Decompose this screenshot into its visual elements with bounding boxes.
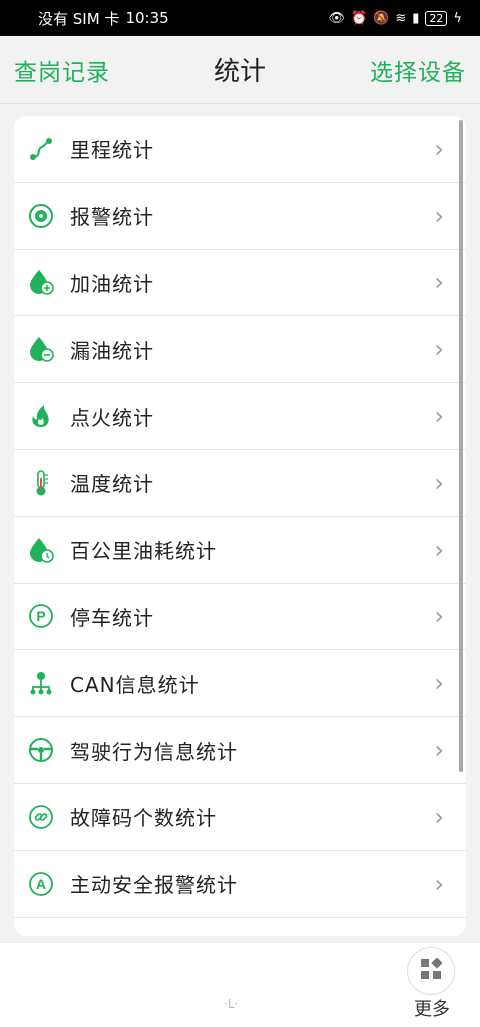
chevron-right-icon: ›: [434, 736, 444, 765]
notification-icon: ▮: [412, 10, 420, 26]
fire-icon: [26, 401, 56, 431]
charging-icon: ϟ: [453, 10, 462, 26]
chevron-right-icon: ›: [434, 134, 444, 163]
select-device-link[interactable]: 选择设备: [370, 53, 466, 87]
chevron-right-icon: ›: [434, 602, 444, 631]
list-item-label: 漏油统计: [70, 338, 154, 363]
route-icon: [26, 134, 56, 164]
more-label[interactable]: 更多: [406, 995, 458, 1021]
list-item-label: 百公里油耗统计: [70, 539, 217, 564]
list-item-label: 报警统计: [70, 205, 154, 230]
chevron-right-icon: ›: [434, 802, 444, 831]
mute-icon: 🔕: [373, 10, 390, 26]
chevron-right-icon: ›: [434, 535, 444, 564]
inspection-records-link[interactable]: 查岗记录: [14, 53, 110, 87]
chevron-right-icon: ›: [434, 669, 444, 698]
active-safety-icon: A: [26, 869, 56, 899]
chevron-right-icon: ›: [434, 402, 444, 431]
list-item-alarm[interactable]: 报警统计 ›: [14, 183, 466, 250]
carrier-text: 没有 SIM 卡: [38, 9, 120, 28]
status-bar: 没有 SIM 卡 10:35 👁 ⏰ 🔕 ≋ ▮ 22 ϟ: [0, 0, 480, 36]
list-item-label: 点火统计: [70, 405, 154, 430]
list-item-label: CAN信息统计: [70, 672, 200, 697]
chevron-right-icon: ›: [434, 468, 444, 497]
list-item-label: 里程统计: [70, 138, 154, 163]
list-item-ignition[interactable]: 点火统计 ›: [14, 383, 466, 450]
fuel-consumption-icon: [26, 535, 56, 565]
list-item-label: 驾驶行为信息统计: [70, 739, 238, 764]
statistics-list: 里程统计 › 报警统计 › 加油统计 › 漏油统计 › 点火统计 › 温度统计: [14, 116, 466, 936]
list-item-fuel-per-100km[interactable]: 百公里油耗统计 ›: [14, 517, 466, 584]
list-item-can[interactable]: CAN信息统计 ›: [14, 650, 466, 718]
list-item-label: 温度统计: [70, 472, 154, 497]
wifi-icon: ≋: [395, 10, 407, 26]
battery-icon: 22: [425, 10, 448, 26]
chevron-right-icon: ›: [434, 335, 444, 364]
app-header: 查岗记录 统计 选择设备: [0, 36, 480, 104]
grid-icon: [420, 957, 443, 984]
list-item-temperature[interactable]: 温度统计 ›: [14, 450, 466, 517]
alarm-icon: [26, 201, 56, 231]
eye-icon: 👁: [328, 10, 345, 26]
alarm-clock-icon: ⏰: [350, 10, 368, 26]
fuel-add-icon: [26, 267, 56, 297]
chevron-right-icon: ›: [434, 869, 444, 898]
list-item-label: 主动安全报警统计: [70, 873, 238, 898]
network-icon: [26, 668, 56, 698]
list-item-fuel-leak[interactable]: 漏油统计 ›: [14, 316, 466, 384]
scrollbar[interactable]: [459, 120, 463, 772]
bottom-bar: ·L· 更多: [0, 942, 480, 1027]
list-item-active-safety[interactable]: A 主动安全报警统计 ›: [14, 851, 466, 918]
fuel-leak-icon: [26, 334, 56, 364]
chevron-right-icon: ›: [434, 268, 444, 297]
list-item-refuel[interactable]: 加油统计 ›: [14, 250, 466, 317]
list-item-driving-behavior[interactable]: 驾驶行为信息统计 ›: [14, 717, 466, 784]
list-item-label: 加油统计: [70, 271, 154, 296]
parking-icon: P: [26, 601, 56, 631]
thermometer-icon: [26, 468, 56, 498]
list-item-label: 故障码个数统计: [70, 806, 217, 831]
steering-wheel-icon: [26, 735, 56, 765]
more-button[interactable]: [407, 947, 455, 995]
list-item-label: 停车统计: [70, 605, 154, 630]
chevron-right-icon: ›: [434, 201, 444, 230]
svg-text:A: A: [36, 876, 46, 892]
list-item-parking[interactable]: P 停车统计 ›: [14, 584, 466, 651]
clock: 10:35: [125, 9, 169, 27]
link-icon: [26, 802, 56, 832]
list-item-mileage[interactable]: 里程统计 ›: [14, 116, 466, 183]
list-item-fault-code[interactable]: 故障码个数统计 ›: [14, 784, 466, 851]
svg-text:P: P: [36, 608, 45, 624]
home-indicator-icon: ·L·: [224, 997, 239, 1011]
